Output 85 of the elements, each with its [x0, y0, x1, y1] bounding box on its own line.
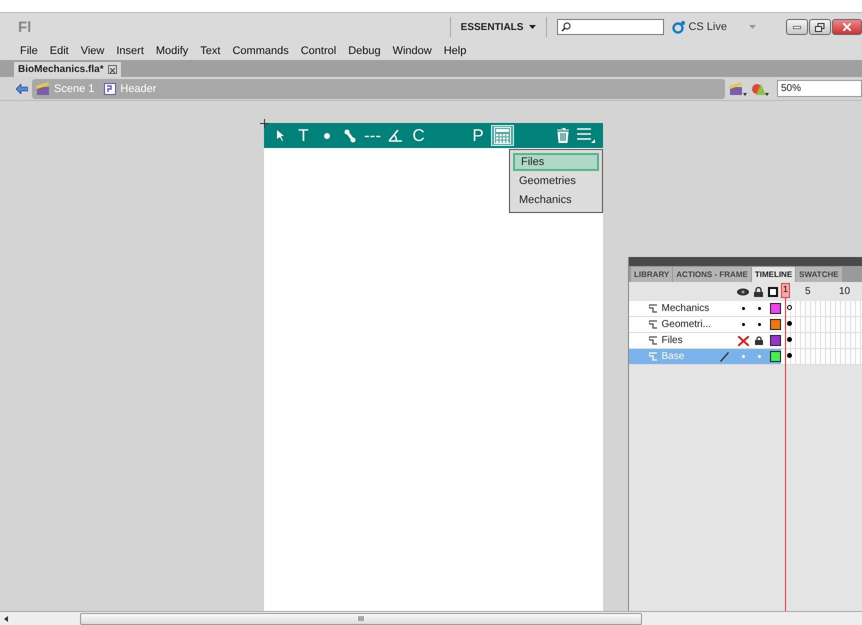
unlocked-dot-icon[interactable]: [758, 323, 761, 326]
tool-button[interactable]: T: [293, 125, 314, 146]
symbol-icon: [104, 82, 116, 94]
trash-icon: [556, 128, 568, 143]
layer-color-swatch[interactable]: [770, 303, 781, 314]
scrollbar-thumb[interactable]: [80, 612, 642, 624]
angle-icon: [388, 129, 403, 142]
layer-row[interactable]: Geometri...: [629, 317, 781, 333]
menu-item[interactable]: Debug: [342, 44, 387, 56]
minimize-icon: [793, 26, 801, 28]
tool-button[interactable]: P: [468, 125, 488, 146]
menu-option[interactable]: Mechanics: [513, 191, 599, 209]
close-button[interactable]: [832, 19, 862, 35]
close-icon: [843, 23, 851, 31]
circle-icon: [672, 20, 686, 34]
layer-color-swatch[interactable]: [770, 319, 781, 330]
crosshair-icon: [260, 119, 269, 128]
menu-item[interactable]: Modify: [150, 44, 194, 56]
keyframe-icon[interactable]: [787, 321, 792, 326]
panel-tab[interactable]: LIBRARY: [631, 267, 672, 282]
search-field[interactable]: [557, 19, 664, 35]
menu-option[interactable]: Geometries: [513, 172, 599, 190]
visible-dot-icon[interactable]: [742, 355, 745, 358]
keyframe-icon[interactable]: [787, 337, 792, 342]
menu-item[interactable]: Text: [194, 44, 226, 56]
restore-button[interactable]: [809, 19, 831, 35]
layer-name: Files: [661, 335, 684, 346]
app-logo: Fl: [18, 18, 32, 36]
layer-name: Geometri...: [661, 319, 712, 330]
eye-icon[interactable]: [737, 288, 749, 296]
frame-number: 5: [805, 286, 811, 297]
menu-option[interactable]: Files: [513, 153, 599, 171]
tool-button[interactable]: ---: [362, 125, 383, 146]
keyframe-icon[interactable]: [787, 353, 792, 358]
left-arrow-icon[interactable]: [4, 616, 8, 622]
menu-item[interactable]: File: [14, 44, 44, 56]
menu-item[interactable]: Commands: [226, 44, 295, 56]
panel-tab[interactable]: SWATCHE: [796, 267, 842, 282]
lock-icon[interactable]: [754, 286, 763, 296]
menu-item[interactable]: Control: [294, 44, 342, 56]
close-icon[interactable]: [108, 65, 117, 74]
layer-row[interactable]: Mechanics: [629, 301, 781, 317]
hidden-x-icon[interactable]: [738, 336, 749, 346]
caret-icon: [529, 25, 536, 29]
grip-icon: [358, 616, 364, 621]
zoom-field[interactable]: 50%: [777, 80, 862, 97]
layer-color-swatch[interactable]: [770, 351, 781, 362]
bone-icon: [344, 128, 356, 142]
panel-tab[interactable]: TIMELINE: [752, 267, 796, 282]
unlocked-dot-icon[interactable]: [758, 355, 761, 358]
tool-button[interactable]: C: [408, 125, 429, 146]
restore-icon: [815, 22, 825, 32]
lock-icon[interactable]: [755, 336, 764, 345]
visible-dot-icon[interactable]: [742, 323, 745, 326]
keyframe-icon[interactable]: [787, 305, 792, 310]
workspace-switcher[interactable]: ESSENTIALS: [450, 17, 548, 37]
outline-icon[interactable]: [768, 286, 778, 296]
layer-name: Base: [661, 351, 686, 362]
back-arrow-icon[interactable]: [16, 84, 28, 94]
menu-item[interactable]: Help: [438, 44, 472, 56]
menu-item[interactable]: Window: [386, 44, 438, 56]
minimize-button[interactable]: [786, 19, 808, 35]
menu-item[interactable]: Edit: [44, 44, 75, 56]
menu-item[interactable]: Insert: [110, 44, 150, 56]
dot-icon: [324, 132, 330, 138]
search-icon: [561, 22, 572, 32]
panel-tab[interactable]: ACTIONS - FRAME: [673, 267, 751, 282]
menu-item[interactable]: View: [74, 44, 110, 56]
clapperboard-icon: [36, 82, 50, 95]
visible-dot-icon[interactable]: [742, 307, 745, 310]
frame-number: 1: [781, 283, 790, 298]
horizontal-scrollbar[interactable]: [0, 611, 862, 625]
frame-number: 10: [839, 286, 850, 297]
menu-icon: [577, 128, 595, 143]
layer-name: Mechanics: [661, 303, 710, 314]
document-tab[interactable]: BioMechanics.fla*: [14, 62, 121, 77]
unlocked-dot-icon[interactable]: [758, 307, 761, 310]
pointer-icon: [276, 130, 284, 141]
clapperboard-icon[interactable]: [729, 82, 747, 96]
grid-icon: [494, 127, 510, 144]
menu-tool-button[interactable]: [575, 125, 597, 146]
layer-row[interactable]: Files: [629, 333, 781, 349]
cs-live-button[interactable]: CS Live: [672, 20, 727, 34]
grid-tool-button[interactable]: [490, 125, 514, 146]
layer-color-swatch[interactable]: [770, 335, 781, 346]
